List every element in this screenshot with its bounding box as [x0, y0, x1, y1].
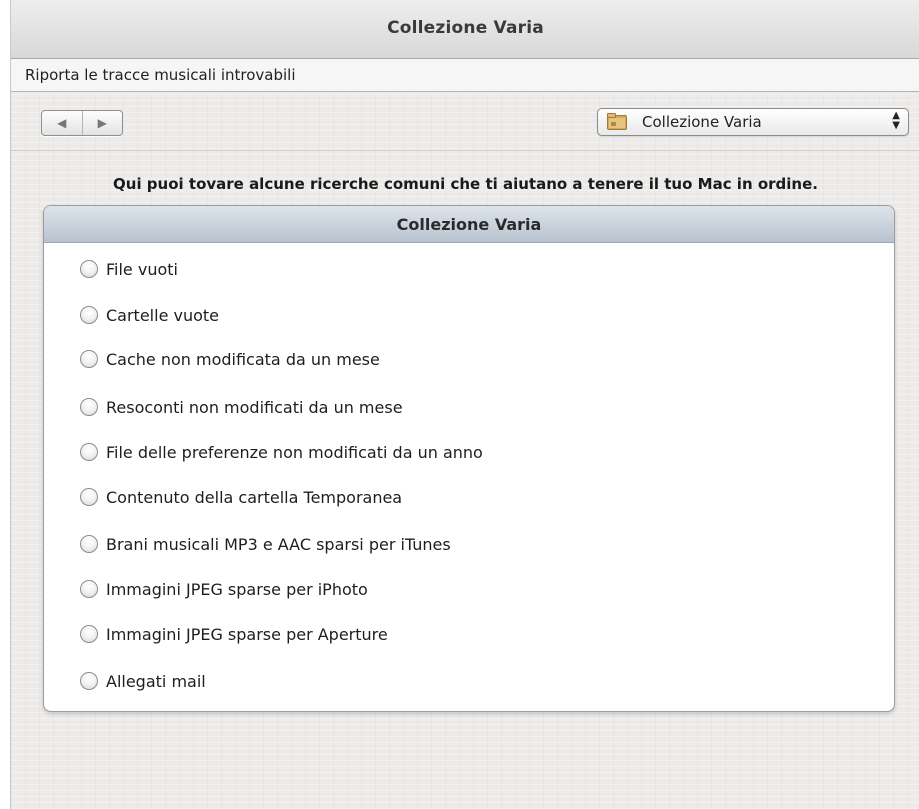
radio-button[interactable] [80, 398, 98, 416]
option-label: Contenuto della cartella Temporanea [106, 487, 403, 507]
option-label: Immagini JPEG sparse per iPhoto [106, 579, 368, 599]
radio-button[interactable] [80, 672, 98, 690]
option-label: Brani musicali MP3 e AAC sparsi per iTun… [106, 534, 451, 554]
option-label: Resoconti non modificati da un mese [106, 397, 403, 417]
panel-header: Collezione Varia [44, 206, 894, 243]
forward-arrow-icon: ▶ [97, 116, 107, 130]
option-label: Allegati mail [106, 671, 206, 691]
option-brani-musicali[interactable]: Brani musicali MP3 e AAC sparsi per iTun… [80, 531, 451, 557]
intro-text: Qui puoi tovare alcune ricerche comuni c… [113, 175, 818, 193]
title-bar[interactable]: Collezione Varia [11, 0, 919, 59]
back-button[interactable]: ◀ [42, 111, 82, 135]
radio-button[interactable] [80, 350, 98, 368]
radio-button[interactable] [80, 306, 98, 324]
window-title: Collezione Varia [387, 18, 544, 38]
radio-button[interactable] [80, 443, 98, 461]
option-label: Cache non modificata da un mese [106, 349, 380, 369]
subtitle-text: Riporta le tracce musicali introvabili [25, 66, 296, 84]
option-allegati-mail[interactable]: Allegati mail [80, 668, 206, 694]
option-cartelle-vuote[interactable]: Cartelle vuote [80, 302, 219, 328]
option-aperture[interactable]: Immagini JPEG sparse per Aperture [80, 621, 388, 647]
option-file-vuoti[interactable]: File vuoti [80, 256, 178, 282]
option-label: File vuoti [106, 259, 178, 279]
radio-button[interactable] [80, 580, 98, 598]
option-resoconti[interactable]: Resoconti non modificati da un mese [80, 394, 403, 420]
toolbar: ◀ ▶ Collezione Varia ▲ ▼ [11, 92, 919, 151]
radio-button[interactable] [80, 260, 98, 278]
option-label: Cartelle vuote [106, 305, 220, 325]
popup-label: Collezione Varia [642, 113, 762, 131]
popup-arrows-icon: ▲ ▼ [892, 110, 900, 131]
option-temporanea[interactable]: Contenuto della cartella Temporanea [80, 484, 402, 510]
forward-button[interactable]: ▶ [81, 111, 123, 135]
folder-icon [607, 113, 627, 130]
option-preferenze[interactable]: File delle preferenze non modificati da … [80, 439, 483, 465]
back-arrow-icon: ◀ [57, 116, 67, 130]
option-label: File delle preferenze non modificati da … [106, 442, 483, 462]
option-iphoto[interactable]: Immagini JPEG sparse per iPhoto [80, 576, 368, 602]
radio-button[interactable] [80, 488, 98, 506]
subtitle-bar: Riporta le tracce musicali introvabili [11, 59, 919, 92]
app-window: Collezione Varia Riporta le tracce music… [10, 0, 919, 809]
back-forward-control: ◀ ▶ [41, 110, 123, 136]
radio-button[interactable] [80, 535, 98, 553]
option-cache[interactable]: Cache non modificata da un mese [80, 346, 380, 372]
collection-popup-button[interactable]: Collezione Varia ▲ ▼ [597, 108, 909, 136]
panel-title: Collezione Varia [396, 215, 542, 234]
collection-panel: Collezione Varia File vuoti Cartelle vuo… [43, 205, 895, 712]
option-label: Immagini JPEG sparse per Aperture [106, 624, 388, 644]
radio-button[interactable] [80, 625, 98, 643]
